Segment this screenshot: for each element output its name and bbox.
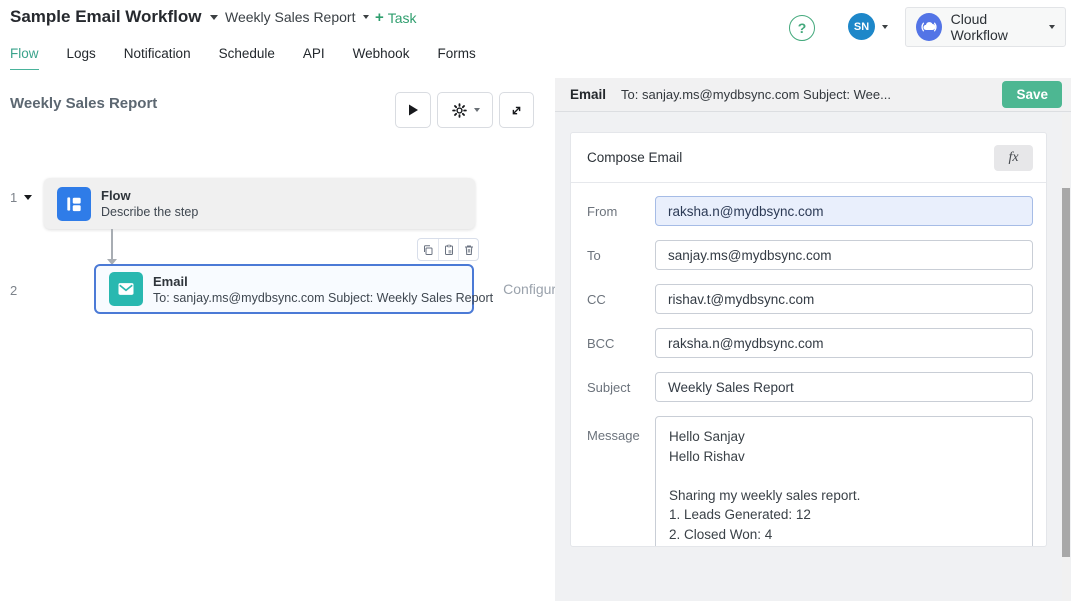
expand-icon	[509, 103, 524, 118]
canvas-toolbar	[395, 92, 534, 128]
step-subtitle: To: sanjay.ms@mydbsync.com Subject: Week…	[153, 291, 493, 305]
add-task-button[interactable]: + Task	[375, 9, 417, 26]
paste-step-button[interactable]	[438, 239, 458, 260]
app-window: Sample Email Workflow Weekly Sales Repor…	[0, 0, 1071, 601]
copy-icon	[422, 244, 434, 256]
flow-step-icon	[57, 187, 91, 221]
tab-flow[interactable]: Flow	[10, 42, 39, 72]
chevron-down-icon	[1049, 25, 1055, 29]
flow-step-card[interactable]: Flow Describe the step	[44, 178, 475, 229]
product-switcher-label: Cloud Workflow	[951, 11, 1040, 43]
paste-icon	[443, 244, 455, 256]
step-title: Email	[153, 274, 493, 289]
trash-icon	[463, 244, 475, 256]
tab-notification[interactable]: Notification	[124, 42, 191, 72]
panel-scrollbar[interactable]	[1062, 113, 1070, 601]
flow-connector-arrow	[111, 229, 113, 259]
step-1-number[interactable]: 1	[10, 190, 32, 205]
email-form: From To CC BCC Subject	[571, 183, 1046, 547]
gear-icon	[451, 102, 468, 119]
flow-settings-button[interactable]	[437, 92, 493, 128]
step-config-panel: Email To: sanjay.ms@mydbsync.com Subject…	[555, 78, 1071, 601]
subject-field[interactable]	[655, 372, 1033, 402]
delete-step-button[interactable]	[458, 239, 478, 260]
bcc-row: BCC	[587, 328, 1033, 358]
compose-email-card: Compose Email fx From To CC BCC	[570, 132, 1047, 547]
step-subtitle: Describe the step	[101, 205, 198, 219]
from-field[interactable]	[655, 196, 1033, 226]
run-flow-button[interactable]	[395, 92, 431, 128]
copy-step-button[interactable]	[418, 239, 438, 260]
compose-email-title: Compose Email	[587, 150, 682, 165]
workflow-title-dropdown[interactable]: Sample Email Workflow	[10, 7, 218, 27]
message-row: Message Hello Sanjay Hello Rishav Sharin…	[587, 416, 1033, 547]
flow-canvas: Weekly Sales Report	[0, 70, 555, 601]
cloud-workflow-icon	[916, 13, 942, 41]
plus-icon: +	[375, 9, 384, 26]
message-field[interactable]: Hello Sanjay Hello Rishav Sharing my wee…	[655, 416, 1033, 547]
cc-field[interactable]	[655, 284, 1033, 314]
chevron-down-icon	[210, 15, 218, 20]
task-name-dropdown[interactable]: Weekly Sales Report	[225, 9, 369, 25]
tabbar: Flow Logs Notification Schedule API Webh…	[10, 42, 476, 72]
subject-label: Subject	[587, 380, 655, 395]
task-name: Weekly Sales Report	[225, 9, 355, 25]
from-row: From	[587, 196, 1033, 226]
topbar: Sample Email Workflow Weekly Sales Repor…	[0, 0, 1071, 42]
message-label: Message	[587, 428, 655, 443]
tab-schedule[interactable]: Schedule	[219, 42, 275, 72]
formula-fx-button[interactable]: fx	[994, 145, 1033, 171]
chevron-down-icon	[882, 25, 888, 29]
panel-step-summary: To: sanjay.ms@mydbsync.com Subject: Wee.…	[621, 87, 891, 102]
avatar: SN	[848, 13, 875, 40]
chevron-down-icon	[474, 108, 480, 112]
step-2-number: 2	[10, 283, 17, 298]
collapse-step-icon	[24, 195, 32, 200]
cc-row: CC	[587, 284, 1033, 314]
add-task-label: Task	[388, 10, 417, 26]
help-icon[interactable]: ?	[789, 15, 815, 41]
chevron-down-icon	[363, 15, 369, 19]
from-label: From	[587, 204, 655, 219]
step-title: Flow	[101, 188, 198, 203]
canvas-title: Weekly Sales Report	[10, 95, 157, 112]
cc-label: CC	[587, 292, 655, 307]
tab-webhook[interactable]: Webhook	[353, 42, 410, 72]
product-switcher[interactable]: Cloud Workflow	[905, 7, 1066, 47]
fullscreen-button[interactable]	[499, 92, 534, 128]
panel-scrollbar-thumb[interactable]	[1062, 188, 1070, 557]
bcc-label: BCC	[587, 336, 655, 351]
workflow-title: Sample Email Workflow	[10, 7, 201, 27]
tab-api[interactable]: API	[303, 42, 325, 72]
play-icon	[406, 103, 420, 117]
save-button[interactable]: Save	[1002, 81, 1062, 108]
to-row: To	[587, 240, 1033, 270]
subject-row: Subject	[587, 372, 1033, 402]
panel-header: Email To: sanjay.ms@mydbsync.com Subject…	[555, 78, 1071, 112]
to-field[interactable]	[655, 240, 1033, 270]
to-label: To	[587, 248, 655, 263]
compose-email-header: Compose Email fx	[571, 133, 1046, 183]
email-step-icon	[109, 272, 143, 306]
email-step-card[interactable]: Email To: sanjay.ms@mydbsync.com Subject…	[94, 264, 474, 314]
tab-logs[interactable]: Logs	[67, 42, 96, 72]
tab-forms[interactable]: Forms	[437, 42, 475, 72]
bcc-field[interactable]	[655, 328, 1033, 358]
panel-step-type: Email	[570, 87, 606, 102]
user-menu[interactable]: SN	[848, 13, 888, 40]
step-actions	[417, 238, 479, 261]
